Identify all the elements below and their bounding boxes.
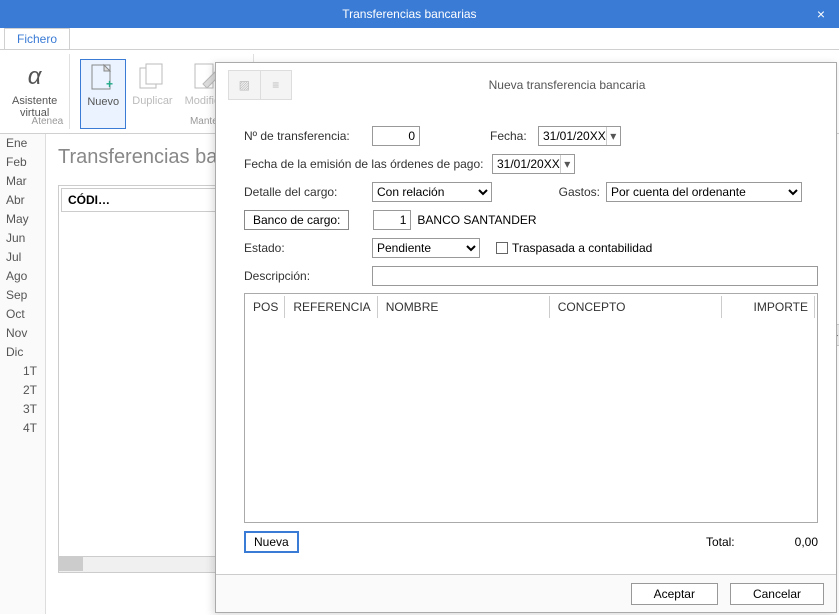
dialog-header: ▨ ≡ Nueva transferencia bancaria [216, 63, 836, 107]
detalle-cargo-label: Detalle del cargo: [244, 185, 372, 199]
total-label: Total: [706, 535, 735, 549]
period-item-nov[interactable]: Nov [0, 324, 45, 343]
traspasada-checkbox[interactable]: Traspasada a contabilidad [496, 241, 652, 255]
new-doc-icon: + [87, 62, 119, 94]
image-icon: ▨ [229, 71, 261, 99]
nuevo-button[interactable]: + Nuevo [80, 59, 126, 129]
checkbox-icon [496, 242, 508, 254]
banco-nombre-value: BANCO SANTANDER [417, 213, 536, 227]
period-item-abr[interactable]: Abr [0, 191, 45, 210]
descripcion-input[interactable] [372, 266, 818, 286]
accept-button[interactable]: Aceptar [631, 583, 718, 605]
duplicate-icon [136, 61, 168, 93]
col-concepto[interactable]: CONCEPTO [552, 296, 722, 318]
period-item-oct[interactable]: Oct [0, 305, 45, 324]
ribbon-group-atenea: α Asistente virtual Atenea [0, 54, 70, 129]
duplicar-button[interactable]: Duplicar [126, 59, 178, 129]
window-titlebar: Transferencias bancarias × [0, 0, 839, 28]
period-item-jul[interactable]: Jul [0, 248, 45, 267]
banco-num-input[interactable] [373, 210, 411, 230]
period-item-dic[interactable]: Dic [0, 343, 45, 362]
period-item-2t[interactable]: 2T [0, 381, 45, 400]
tab-fichero[interactable]: Fichero [4, 28, 70, 49]
banco-cargo-button[interactable]: Banco de cargo: [244, 210, 349, 230]
dialog-footer: Aceptar Cancelar [216, 574, 836, 612]
chevron-down-icon[interactable]: ▾ [606, 127, 620, 145]
duplicar-label: Duplicar [132, 95, 172, 107]
period-item-feb[interactable]: Feb [0, 153, 45, 172]
lines-icon: ≡ [261, 71, 292, 99]
fecha-input[interactable]: 31/01/20XX▾ [538, 126, 621, 146]
fecha-emision-label: Fecha de la emisión de las órdenes de pa… [244, 157, 492, 171]
ribbon-tabstrip: Fichero [0, 28, 839, 50]
detail-table: POS REFERENCIA NOMBRE CONCEPTO IMPORTE [244, 293, 818, 523]
estado-label: Estado: [244, 241, 372, 255]
descripcion-label: Descripción: [244, 269, 372, 283]
detalle-cargo-select[interactable]: Con relación [372, 182, 492, 202]
fecha-label: Fecha: [490, 129, 538, 143]
fecha-emision-input[interactable]: 31/01/20XX▾ [492, 154, 575, 174]
gastos-label: Gastos: [542, 185, 600, 199]
new-transfer-dialog: ▨ ≡ Nueva transferencia bancaria Nº de t… [215, 62, 837, 613]
period-item-ene[interactable]: Ene [0, 134, 45, 153]
detail-footer: Nueva Total: 0,00 [244, 523, 818, 561]
dialog-icon: ▨ ≡ [228, 70, 292, 100]
chevron-down-icon[interactable]: ▾ [560, 155, 574, 173]
window-title: Transferencias bancarias [8, 7, 811, 21]
estado-select[interactable]: Pendiente [372, 238, 480, 258]
cancel-button[interactable]: Cancelar [730, 583, 824, 605]
period-item-mar[interactable]: Mar [0, 172, 45, 191]
dialog-body: Nº de transferencia: Fecha: 31/01/20XX▾ … [216, 107, 836, 569]
period-item-3t[interactable]: 3T [0, 400, 45, 419]
col-pos[interactable]: POS [247, 296, 285, 318]
period-sidepanel: EneFebMarAbrMayJunJulAgoSepOctNovDic1T2T… [0, 134, 46, 614]
total-value: 0,00 [795, 535, 818, 549]
numero-label: Nº de transferencia: [244, 129, 372, 143]
dialog-title: Nueva transferencia bancaria [310, 78, 824, 92]
nuevo-label: Nuevo [87, 96, 119, 108]
alpha-icon: α [19, 61, 51, 93]
period-item-sep[interactable]: Sep [0, 286, 45, 305]
period-item-4t[interactable]: 4T [0, 419, 45, 438]
detail-body [247, 320, 815, 520]
period-item-1t[interactable]: 1T [0, 362, 45, 381]
gastos-select[interactable]: Por cuenta del ordenante [606, 182, 802, 202]
scrollbar-thumb[interactable] [59, 557, 83, 571]
period-item-may[interactable]: May [0, 210, 45, 229]
col-referencia[interactable]: REFERENCIA [287, 296, 377, 318]
period-item-jun[interactable]: Jun [0, 229, 45, 248]
close-icon[interactable]: × [811, 6, 831, 22]
col-importe[interactable]: IMPORTE [724, 296, 815, 318]
svg-text:+: + [106, 77, 113, 91]
period-item-ago[interactable]: Ago [0, 267, 45, 286]
col-nombre[interactable]: NOMBRE [380, 296, 550, 318]
numero-input[interactable] [372, 126, 420, 146]
group-label-atenea: Atenea [32, 116, 64, 127]
nueva-line-button[interactable]: Nueva [244, 531, 299, 553]
